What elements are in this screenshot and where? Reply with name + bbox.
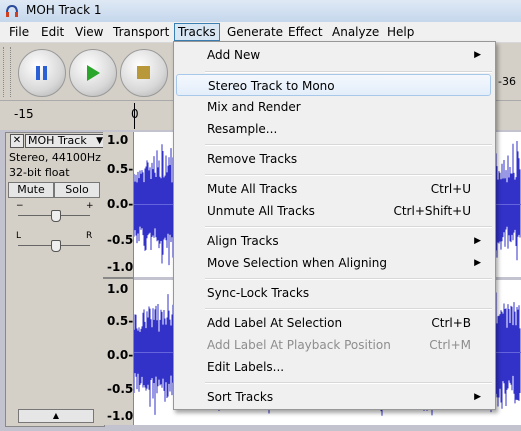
- menu-file[interactable]: File: [6, 24, 32, 40]
- menu-item-label: Add Label At Playback Position: [207, 338, 391, 352]
- submenu-arrow-icon: ▶: [474, 50, 481, 60]
- menu-item-label: Edit Labels...: [207, 360, 285, 374]
- menu-item-label: Align Tracks: [207, 234, 279, 248]
- menu-item-label: Sync-Lock Tracks: [207, 286, 310, 300]
- menu-item-shortcut: Ctrl+U: [430, 182, 471, 196]
- submenu-arrow-icon: ▶: [474, 236, 481, 246]
- menu-effect[interactable]: Effect: [285, 24, 326, 40]
- menu-item-shortcut: Ctrl+Shift+U: [393, 204, 471, 218]
- play-icon: [87, 65, 100, 81]
- menu-item-label: Add Label At Selection: [207, 316, 343, 330]
- track-sample-format: 32-bit float: [9, 166, 70, 179]
- menu-separator: [205, 308, 492, 310]
- gain-slider-thumb[interactable]: [51, 210, 61, 222]
- menu-item-label: Sort Tracks: [207, 390, 274, 404]
- menu-item-add-new[interactable]: Add New ▶: [176, 44, 491, 66]
- stop-button[interactable]: [120, 49, 168, 97]
- channel-divider: [103, 277, 133, 279]
- menu-transport[interactable]: Transport: [110, 24, 172, 40]
- menu-item-label: Remove Tracks: [207, 152, 298, 166]
- amplitude-label: 0.5-: [107, 162, 134, 176]
- menu-item-stereo-track-to-mono[interactable]: Stereo Track to Mono: [176, 74, 491, 96]
- menu-separator: [205, 71, 492, 73]
- pan-right-label: R: [86, 231, 93, 241]
- pan-left-label: L: [16, 231, 22, 241]
- menu-generate[interactable]: Generate: [224, 24, 286, 40]
- menu-item-label: Mix and Render: [207, 100, 301, 114]
- stop-icon: [137, 66, 150, 79]
- menu-item-sync-lock-tracks[interactable]: Sync-Lock Tracks: [176, 282, 491, 304]
- gain-minus-label: −: [16, 201, 24, 211]
- audacity-app-icon: [6, 4, 18, 17]
- menu-item-label: Mute All Tracks: [207, 182, 298, 196]
- menu-tracks[interactable]: Tracks: [174, 23, 220, 41]
- amplitude-label: 0.5-: [107, 314, 134, 328]
- menu-item-align-tracks[interactable]: Align Tracks ▶: [176, 230, 491, 252]
- amplitude-label: -1.0: [107, 260, 134, 274]
- menu-item-unmute-all-tracks[interactable]: Unmute All Tracks Ctrl+Shift+U: [176, 200, 491, 222]
- collapse-track-button[interactable]: ▲: [18, 409, 94, 423]
- menu-analyze[interactable]: Analyze: [329, 24, 382, 40]
- mute-button[interactable]: Mute: [8, 182, 54, 198]
- menu-item-add-label-at-playback-position[interactable]: Add Label At Playback Position Ctrl+M: [176, 334, 491, 356]
- track-name-label: MOH Track: [28, 134, 87, 147]
- menu-item-mix-and-render[interactable]: Mix and Render: [176, 96, 491, 118]
- pause-button[interactable]: [18, 49, 66, 97]
- pause-icon: [36, 66, 47, 80]
- menu-item-remove-tracks[interactable]: Remove Tracks: [176, 148, 491, 170]
- menu-separator: [205, 382, 492, 384]
- amplitude-label: -1.0: [107, 409, 134, 423]
- menu-item-label: Move Selection when Aligning: [207, 256, 387, 270]
- amplitude-label: 0.0-: [107, 348, 134, 362]
- amplitude-ruler: 1.0 0.5- 0.0- -0.5- -1.0 1.0 0.5- 0.0- -…: [103, 132, 138, 425]
- menu-item-label: Resample...: [207, 122, 278, 136]
- track-header: ✕ MOH Track ▼: [7, 134, 106, 148]
- submenu-arrow-icon: ▶: [474, 392, 481, 402]
- chevron-down-icon: ▼: [96, 136, 103, 146]
- play-position-marker: [134, 103, 135, 129]
- amplitude-label: 1.0: [107, 133, 129, 147]
- track-format-info: Stereo, 44100Hz: [9, 151, 101, 164]
- amplitude-label: 0.0-: [107, 197, 134, 211]
- menu-help[interactable]: Help: [384, 24, 417, 40]
- close-track-button[interactable]: ✕: [10, 134, 24, 148]
- menu-item-shortcut: Ctrl+B: [431, 316, 471, 330]
- menu-item-edit-labels[interactable]: Edit Labels...: [176, 356, 491, 378]
- menu-edit[interactable]: Edit: [38, 24, 67, 40]
- menu-view[interactable]: View: [72, 24, 106, 40]
- track-name-menu[interactable]: MOH Track ▼: [25, 134, 106, 148]
- play-button[interactable]: [69, 49, 117, 97]
- ruler-tick-label: -15: [14, 107, 34, 121]
- pan-slider-thumb[interactable]: [51, 240, 61, 252]
- menu-separator: [205, 144, 492, 146]
- window-title: MOH Track 1: [26, 3, 102, 17]
- menu-item-move-selection-when-aligning[interactable]: Move Selection when Aligning ▶: [176, 252, 491, 274]
- menu-item-label: Add New: [207, 48, 261, 62]
- menu-separator: [205, 278, 492, 280]
- solo-button[interactable]: Solo: [54, 182, 100, 198]
- amplitude-label: 1.0: [107, 282, 129, 296]
- menu-item-resample[interactable]: Resample...: [176, 118, 491, 140]
- menu-item-shortcut: Ctrl+M: [429, 338, 471, 352]
- menu-separator: [205, 174, 492, 176]
- title-bar: MOH Track 1: [0, 0, 521, 23]
- menu-separator: [205, 226, 492, 228]
- track-control-panel: ✕ MOH Track ▼ Stereo, 44100Hz 32-bit flo…: [5, 132, 106, 427]
- menu-item-add-label-at-selection[interactable]: Add Label At Selection Ctrl+B: [176, 312, 491, 334]
- submenu-arrow-icon: ▶: [474, 258, 481, 268]
- menu-item-sort-tracks[interactable]: Sort Tracks ▶: [176, 386, 491, 408]
- menu-item-label: Stereo Track to Mono: [208, 79, 335, 93]
- menu-item-mute-all-tracks[interactable]: Mute All Tracks Ctrl+U: [176, 178, 491, 200]
- tracks-menu-dropdown: Add New ▶ Stereo Track to Mono Mix and R…: [173, 41, 496, 410]
- meter-scale-label: -36: [498, 75, 516, 88]
- toolbar-grip[interactable]: [3, 47, 11, 97]
- gain-plus-label: +: [86, 201, 94, 211]
- menu-bar: File Edit View Transport Tracks Generate…: [0, 22, 521, 43]
- menu-item-label: Unmute All Tracks: [207, 204, 315, 218]
